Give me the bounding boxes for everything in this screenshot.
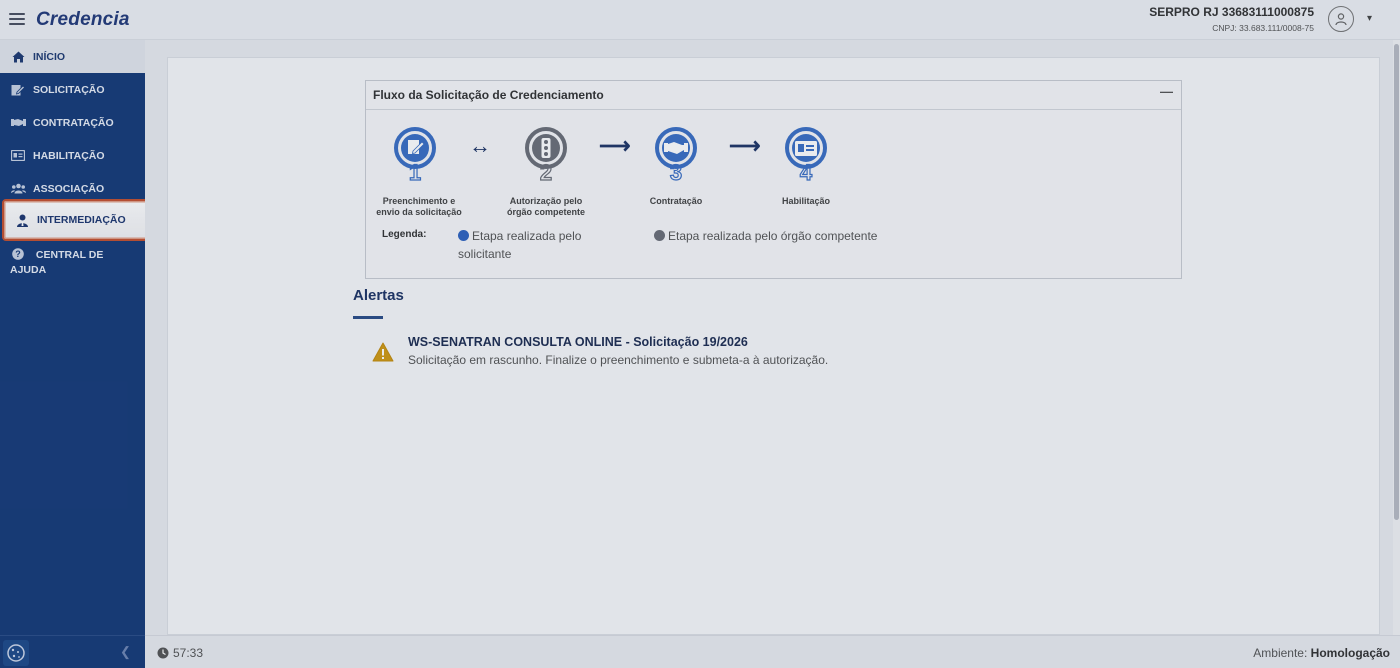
organization-name: SERPRO RJ 33683111000875 xyxy=(1149,5,1314,19)
sidebar-item-contratacao[interactable]: CONTRATAÇÃO xyxy=(0,106,145,139)
organization-info: SERPRO RJ 33683111000875 CNPJ: 33.683.11… xyxy=(1149,5,1314,33)
footer: 57:33 Ambiente: Homologação xyxy=(145,635,1400,668)
step-caption-line: Autorização pelo xyxy=(509,196,583,206)
sidebar-item-intermediacao[interactable]: INTERMEDIAÇÃO xyxy=(2,199,151,241)
alerts-divider xyxy=(353,316,383,319)
sidebar-footer: ❮ xyxy=(0,635,145,668)
user-avatar-icon[interactable] xyxy=(1328,6,1354,32)
legend-dot-gray xyxy=(654,230,665,241)
environment-label: Ambiente: xyxy=(1253,646,1308,660)
step-caption: Autorização pelo órgão competente xyxy=(495,196,597,218)
collapse-sidebar-icon[interactable]: ❮ xyxy=(120,644,131,660)
double-arrow-icon: ↔ xyxy=(469,133,491,158)
menu-icon[interactable] xyxy=(8,10,26,28)
question-circle-icon: ? xyxy=(10,247,26,261)
app-header: Credencia SERPRO RJ 33683111000875 CNPJ:… xyxy=(0,0,1400,40)
flow-panel-title: Fluxo da Solicitação de Credenciamento xyxy=(373,88,604,102)
flow-step-3: 3 xyxy=(652,126,700,186)
step-number: 1 xyxy=(408,159,422,185)
step-caption-line: órgão competente xyxy=(506,207,585,217)
sidebar-item-solicitacao[interactable]: SOLICITAÇÃO xyxy=(0,73,145,106)
chevron-down-icon[interactable]: ▾ xyxy=(1367,13,1372,24)
users-icon xyxy=(10,182,26,196)
step-caption-line: envio da solicitação xyxy=(376,207,462,217)
alert-title[interactable]: WS-SENATRAN CONSULTA ONLINE - Solicitaçã… xyxy=(408,335,748,349)
arrow-right-icon: ⟶ xyxy=(729,133,761,158)
environment-value: Homologação xyxy=(1310,646,1390,660)
sidebar-item-inicio[interactable]: INÍCIO xyxy=(0,40,145,73)
sidebar-item-label: HABILITAÇÃO xyxy=(33,149,105,162)
step-number: 2 xyxy=(539,159,553,185)
timer-value: 57:33 xyxy=(173,646,204,660)
step-caption-line: Habilitação xyxy=(781,196,830,206)
flow-step-2: 2 xyxy=(522,126,570,186)
home-icon xyxy=(10,50,26,64)
id-card-icon xyxy=(10,149,26,163)
sidebar-item-label: SOLICITAÇÃO xyxy=(33,83,105,96)
step-caption: Preenchimento e envio da solicitação xyxy=(368,196,470,218)
step-caption-line: Contratação xyxy=(649,196,703,206)
legend-text: solicitante xyxy=(458,247,512,261)
warning-icon xyxy=(372,342,394,367)
step-number: 3 xyxy=(669,159,683,185)
step-caption-line: Preenchimento e xyxy=(382,196,456,206)
minimize-icon[interactable]: — xyxy=(1160,84,1173,99)
step-caption: Habilitação xyxy=(755,196,857,207)
sidebar-item-label: INTERMEDIAÇÃO xyxy=(37,214,126,226)
cookie-icon[interactable] xyxy=(3,640,29,666)
flow-step-1: 1 xyxy=(391,126,439,186)
user-tie-icon xyxy=(14,213,30,227)
step-number: 4 xyxy=(799,159,813,185)
flow-step-4: 4 xyxy=(782,126,830,186)
alerts-title: Alertas xyxy=(353,287,404,304)
arrow-right-icon: ⟶ xyxy=(599,133,631,158)
alert-message: Solicitação em rascunho. Finalize o pree… xyxy=(408,353,829,367)
clock-icon xyxy=(157,647,169,659)
sidebar: INÍCIO SOLICITAÇÃO CONTRATAÇÃO HABILITAÇ… xyxy=(0,40,151,635)
legend-item-agency: Etapa realizada pelo órgão competente xyxy=(654,227,877,245)
environment-indicator: Ambiente: Homologação xyxy=(1253,646,1390,660)
step-caption: Contratação xyxy=(625,196,727,207)
legend-text: Etapa realizada pelo órgão competente xyxy=(668,229,878,243)
app-brand[interactable]: Credencia xyxy=(36,9,130,31)
svg-text:?: ? xyxy=(15,249,21,259)
sidebar-item-central-de-ajuda[interactable]: ? CENTRAL DE AJUDA xyxy=(0,241,145,281)
handshake-icon xyxy=(10,116,26,130)
edit-document-icon xyxy=(10,83,26,97)
session-timer: 57:33 xyxy=(157,646,203,660)
sidebar-item-label: INÍCIO xyxy=(33,50,66,63)
scrollbar-thumb[interactable] xyxy=(1394,44,1399,520)
flow-panel-header: Fluxo da Solicitação de Credenciamento — xyxy=(366,81,1181,110)
sidebar-item-habilitacao[interactable]: HABILITAÇÃO xyxy=(0,139,145,172)
legend-item-applicant: Etapa realizada pelo solicitante xyxy=(458,227,581,263)
sidebar-item-label: ASSOCIAÇÃO xyxy=(33,182,105,195)
legend-text: Etapa realizada pelo xyxy=(472,229,582,243)
organization-cnpj: CNPJ: 33.683.111/0008-75 xyxy=(1212,23,1314,33)
legend-label: Legenda: xyxy=(382,229,427,240)
legend-dot-blue xyxy=(458,230,469,241)
sidebar-item-label: CONTRATAÇÃO xyxy=(33,116,114,129)
